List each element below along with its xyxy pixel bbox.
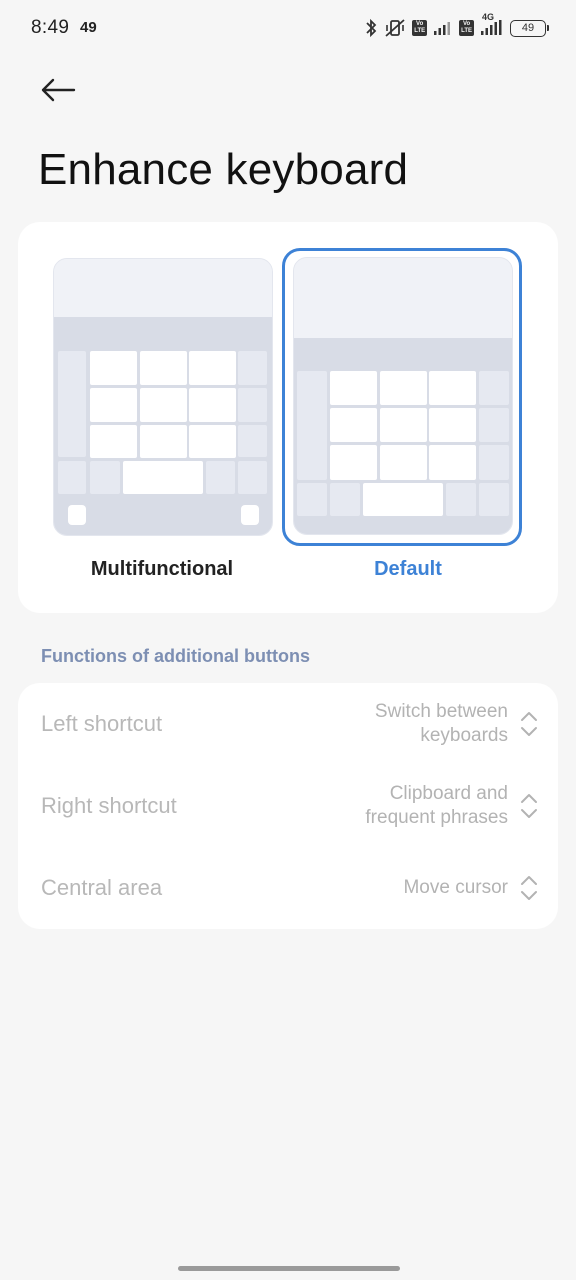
- setting-value-line: keyboards: [420, 725, 508, 746]
- setting-value-line: Clipboard and: [389, 783, 508, 804]
- bluetooth-icon: [364, 18, 378, 38]
- status-notification-count: 49: [80, 19, 97, 36]
- setting-label: Right shortcut: [41, 793, 177, 818]
- status-time: 8:49: [31, 17, 70, 38]
- setting-value-line: Move cursor: [403, 877, 508, 898]
- signal-icon-1: [433, 20, 453, 36]
- setting-value-line: frequent phrases: [365, 807, 508, 828]
- keyboard-preview-multifunctional: [53, 258, 273, 536]
- setting-value: Switch between keyboards: [375, 700, 508, 748]
- setting-label: Central area: [41, 875, 163, 900]
- chevron-up-down-icon: [520, 874, 538, 902]
- setting-row-right-shortcut[interactable]: Right shortcut Clipboard and frequent ph…: [18, 765, 558, 847]
- layout-selection-card: Multifunctional Default: [18, 222, 558, 613]
- page-title: Enhance keyboard: [38, 145, 409, 194]
- signal-icon-2: 4G: [480, 12, 504, 36]
- section-header: Functions of additional buttons: [41, 646, 310, 666]
- chevron-up-down-icon: [520, 710, 538, 738]
- setting-value: Clipboard and frequent phrases: [365, 782, 508, 830]
- battery-indicator: 49: [510, 19, 549, 37]
- layout-label-multifunctional: Multifunctional: [90, 558, 234, 580]
- setting-value-line: Switch between: [374, 701, 508, 722]
- setting-row-central-area[interactable]: Central area Move cursor: [18, 847, 558, 929]
- back-button[interactable]: [36, 72, 80, 112]
- settings-card: Left shortcut Switch between keyboards R…: [18, 683, 558, 929]
- layout-option-default[interactable]: Default: [282, 248, 528, 588]
- home-indicator[interactable]: [178, 1266, 400, 1271]
- keyboard-preview-default: [293, 257, 513, 535]
- chevron-up-down-icon: [520, 792, 538, 820]
- setting-value: Move cursor: [403, 876, 508, 900]
- status-bar: 8:49 49 Vo LTE Vo LTE 4G 49: [0, 0, 576, 58]
- status-icons: Vo LTE Vo LTE 4G 49: [364, 12, 549, 39]
- back-arrow-icon: [40, 78, 76, 107]
- volte-badge-2: Vo LTE: [459, 20, 474, 36]
- layout-option-multifunctional[interactable]: Multifunctional: [42, 248, 282, 588]
- layout-label-default: Default: [374, 558, 442, 580]
- setting-row-left-shortcut[interactable]: Left shortcut Switch between keyboards: [18, 683, 558, 765]
- network-type-label: 4G: [482, 12, 495, 22]
- vibrate-off-icon: [384, 18, 406, 38]
- setting-label: Left shortcut: [41, 711, 163, 736]
- volte-badge-1: Vo LTE: [412, 20, 428, 36]
